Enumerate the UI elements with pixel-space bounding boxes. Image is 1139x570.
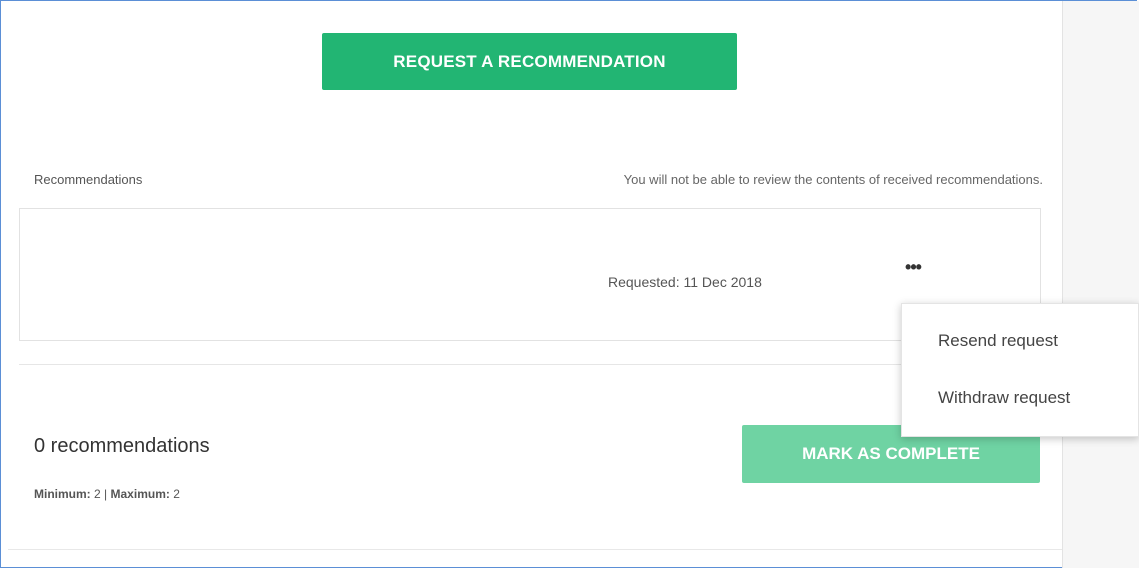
menu-item-resend-request[interactable]: Resend request xyxy=(938,331,1058,351)
recommendations-heading: Recommendations xyxy=(34,172,143,187)
maximum-label: Maximum: xyxy=(110,487,170,501)
limit-separator: | xyxy=(104,487,108,501)
minimum-value: 2 xyxy=(94,487,101,501)
recommendation-count: 0 recommendations xyxy=(34,435,210,457)
right-side-panel xyxy=(1062,1,1139,568)
min-max-limits: Minimum: 2 | Maximum: 2 xyxy=(34,487,180,501)
more-options-icon[interactable]: ••• xyxy=(898,258,928,280)
recommendations-note: You will not be able to review the conte… xyxy=(623,172,1043,187)
recommendation-card xyxy=(19,208,1041,341)
maximum-value: 2 xyxy=(173,487,180,501)
request-recommendation-button[interactable]: REQUEST A RECOMMENDATION xyxy=(322,33,737,90)
section-divider xyxy=(19,364,1041,365)
minimum-label: Minimum: xyxy=(34,487,91,501)
menu-item-withdraw-request[interactable]: Withdraw request xyxy=(938,388,1070,408)
bottom-divider xyxy=(8,549,1062,550)
options-dropdown-menu: Resend request Withdraw request xyxy=(901,303,1139,437)
requested-date: Requested: 11 Dec 2018 xyxy=(608,274,762,290)
